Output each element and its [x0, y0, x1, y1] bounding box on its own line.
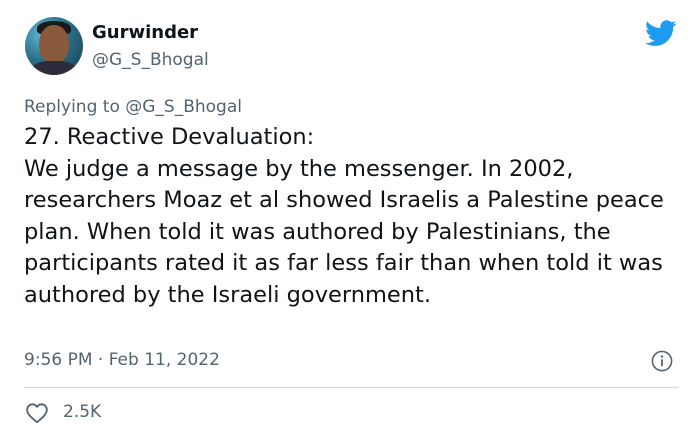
avatar-face [39, 25, 69, 63]
tweet-timestamp[interactable]: 9:56 PM · Feb 11, 2022 [24, 349, 220, 371]
author-display-name[interactable]: Gurwinder [92, 22, 198, 44]
info-icon[interactable] [651, 350, 673, 372]
replying-to-prefix: Replying to [24, 97, 126, 117]
replying-to: Replying to @G_S_Bhogal [24, 96, 242, 118]
author-handle[interactable]: @G_S_Bhogal [92, 49, 209, 71]
tweet-text: 27. Reactive Devaluation: We judge a mes… [24, 124, 664, 308]
twitter-bird-icon[interactable] [645, 20, 677, 47]
replying-to-handle[interactable]: @G_S_Bhogal [125, 97, 242, 117]
like-count[interactable]: 2.5K [63, 401, 101, 423]
avatar[interactable] [25, 17, 83, 75]
heart-icon[interactable] [25, 402, 49, 424]
avatar-shirt [31, 61, 77, 75]
divider [24, 387, 678, 388]
